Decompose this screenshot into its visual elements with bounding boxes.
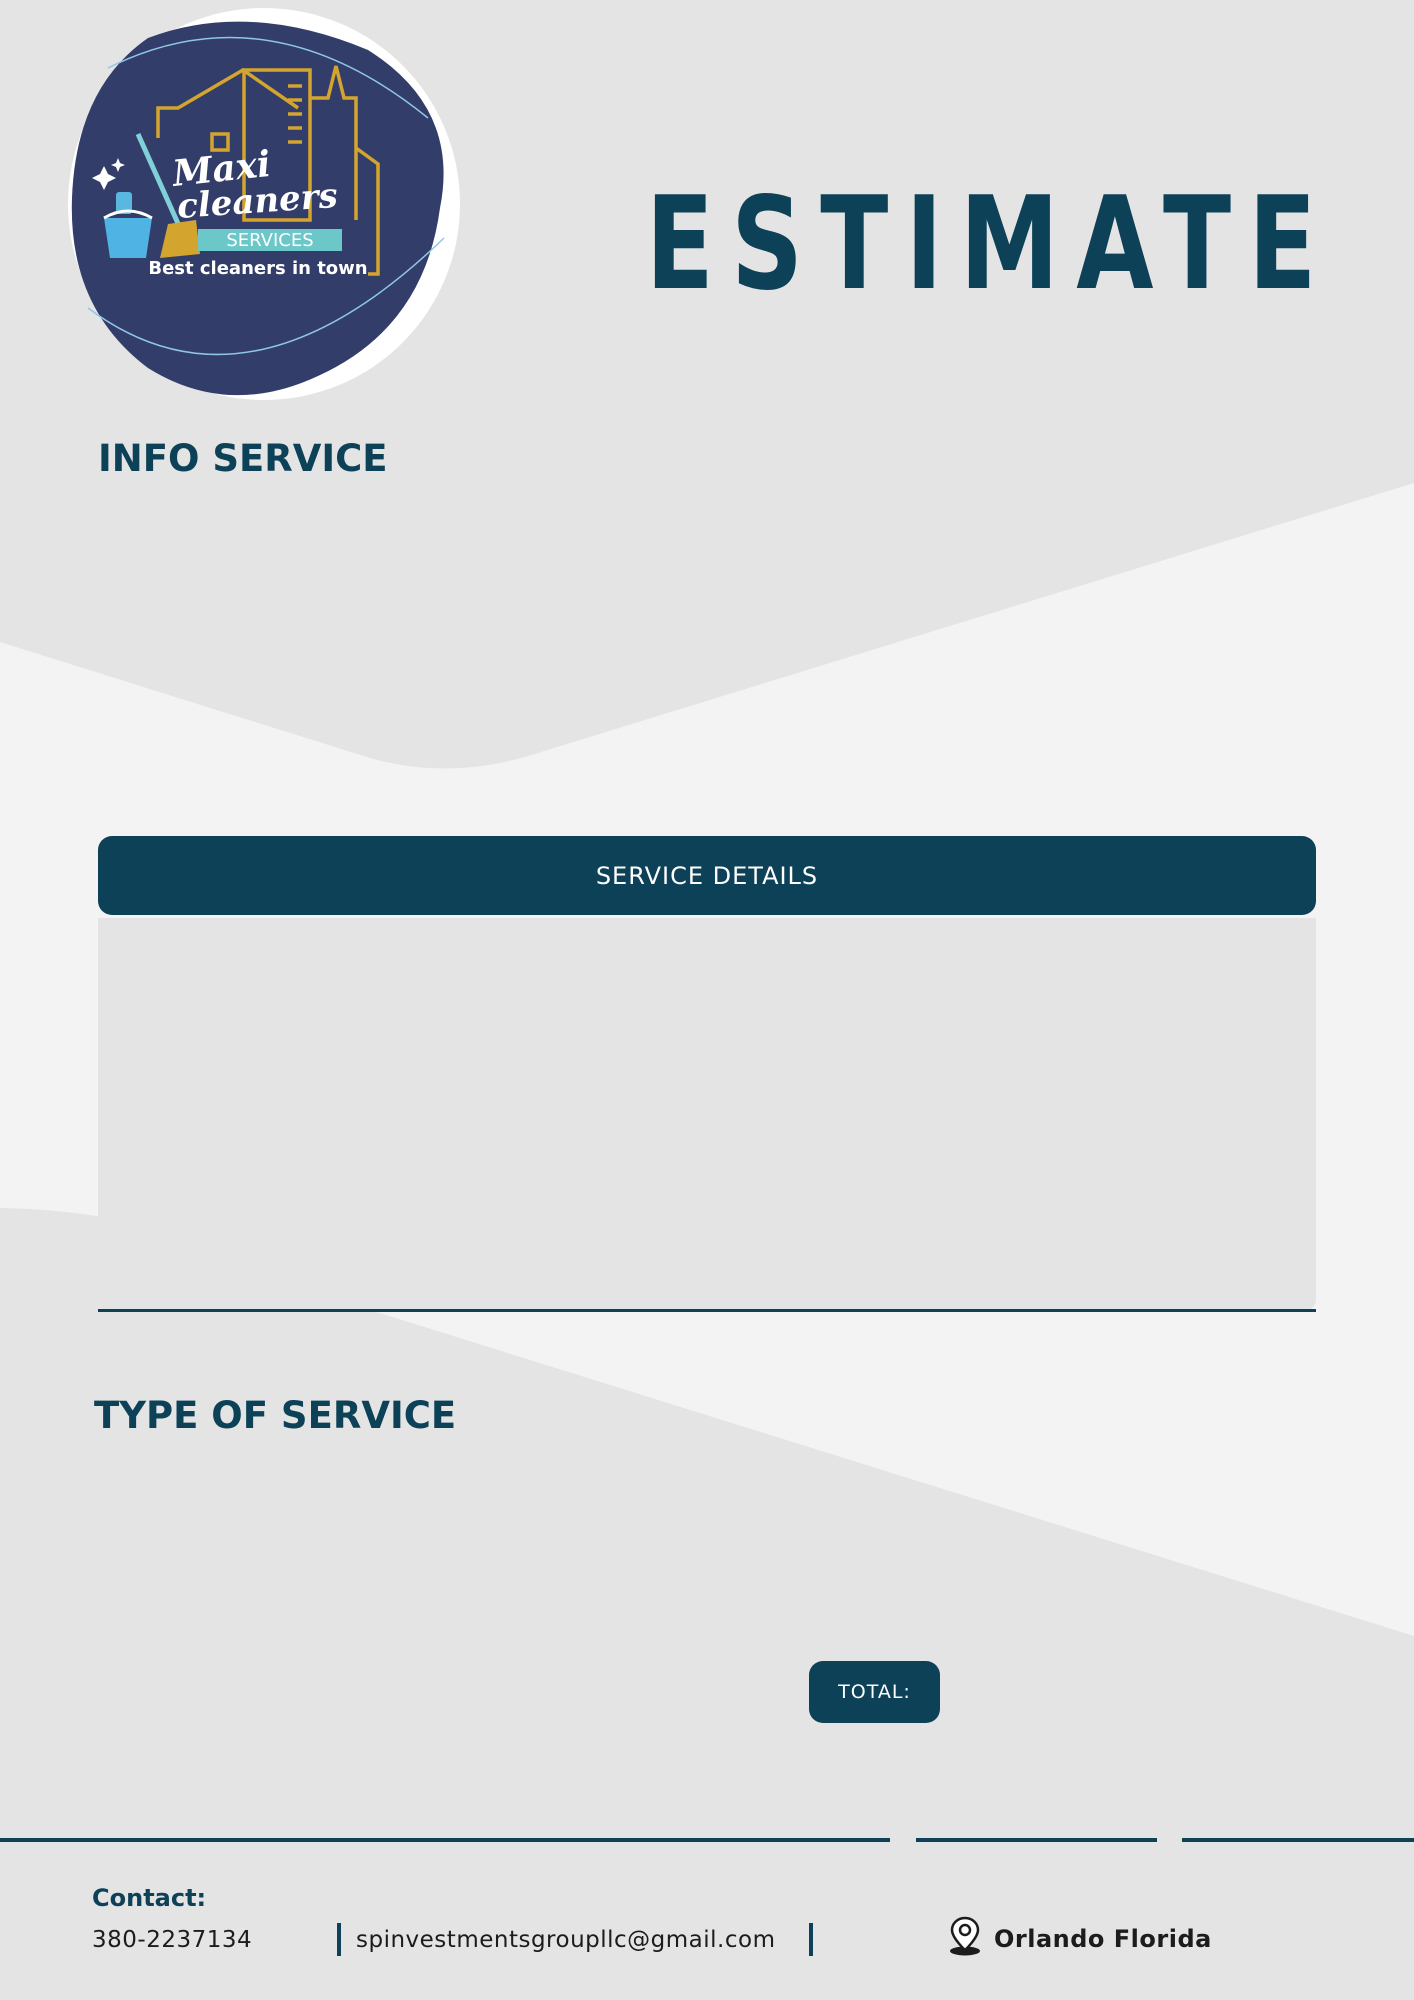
company-location: Orlando Florida [994,1925,1212,1953]
total-label-badge: TOTAL: [809,1661,940,1723]
footer-separator-1 [337,1923,341,1956]
service-details-header: SERVICE DETAILS [98,836,1316,915]
footer-divider-right [1182,1838,1414,1842]
footer-divider-middle [916,1838,1157,1842]
logo-tagline: Best cleaners in town [148,258,367,279]
type-of-service-heading: TYPE OF SERVICE [94,1394,457,1437]
document-title: ESTIMATE [645,170,1334,319]
contact-label: Contact: [92,1884,207,1912]
info-service-heading: INFO SERVICE [98,437,388,480]
service-details-divider [98,1309,1316,1312]
logo-services-label: SERVICES [226,230,313,251]
map-pin-icon [950,1916,980,1956]
service-details-body[interactable] [98,918,1316,1310]
contact-phone: 380-2237134 [92,1927,253,1953]
contact-email: spinvestmentsgroupllc@gmail.com [356,1927,776,1953]
footer-divider-left [0,1838,890,1842]
footer-separator-2 [809,1923,813,1956]
company-logo: Maxi cleaners SERVICES Best cleaners in … [68,8,460,400]
